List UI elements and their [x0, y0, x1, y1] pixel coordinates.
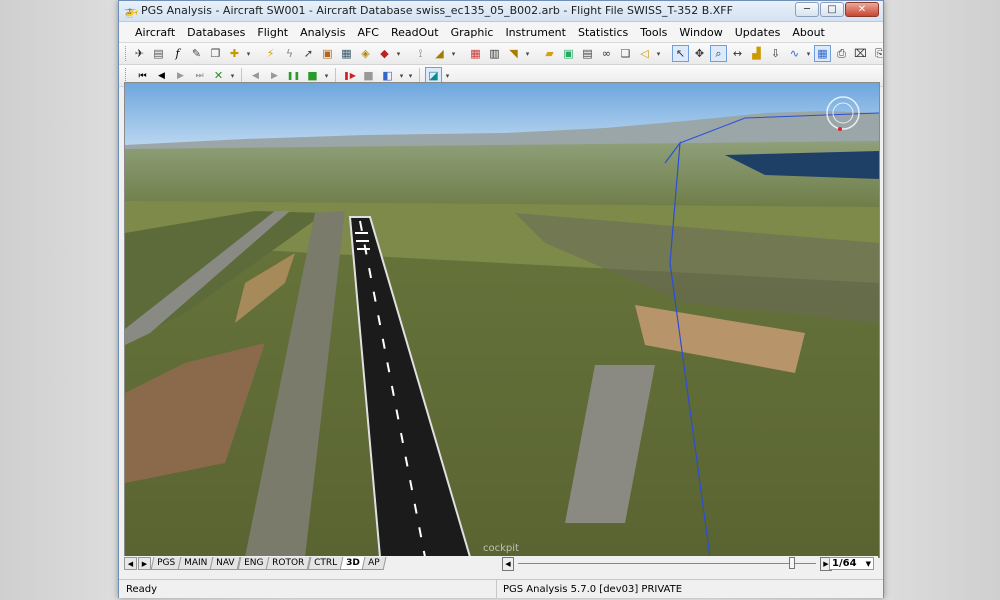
toolbar-separator [335, 68, 336, 83]
timeline-slider[interactable]: ◀ ▶ [502, 556, 832, 571]
version-text: PGS Analysis 5.7.0 [dev03] PRIVATE [496, 580, 682, 598]
cursor-icon[interactable]: ➚ [300, 45, 317, 62]
move-icon[interactable]: ✥ [691, 45, 708, 62]
menu-about[interactable]: About [786, 26, 831, 39]
down-arrow-icon[interactable]: ⇩ [767, 45, 784, 62]
timeline-track[interactable] [518, 557, 816, 569]
tag-alt-icon[interactable]: ◥ [505, 45, 522, 62]
chevron-down-icon[interactable]: ▾ [395, 45, 402, 62]
menu-updates[interactable]: Updates [729, 26, 787, 39]
zoom-dropdown[interactable]: 1/64 ▼ [829, 557, 874, 570]
line-chart-icon[interactable]: ∿ [786, 45, 803, 62]
main-toolbar: ✈ ▤ f ✎ ❐ ✚ ▾ ⚡ ϟ ➚ ▣ ▦ ◈ ◆ ▾ ⟟ ◢ ▾ ▦ ▥ … [119, 43, 883, 65]
menu-statistics[interactable]: Statistics [572, 26, 634, 39]
menu-readout[interactable]: ReadOut [385, 26, 445, 39]
3d-scene: cockpit [125, 83, 879, 557]
timeline-back-icon[interactable]: ◀ [502, 556, 514, 571]
menu-afc[interactable]: AFC [351, 26, 385, 39]
car-icon[interactable]: ◆ [376, 45, 393, 62]
grid-toggle-icon[interactable]: ▦ [814, 45, 831, 62]
menu-tools[interactable]: Tools [634, 26, 673, 39]
tab-ctrl[interactable]: CTRL [307, 557, 343, 570]
stamp-icon[interactable]: ▣ [319, 45, 336, 62]
window-title: PGS Analysis - Aircraft SW001 - Aircraft… [141, 4, 733, 17]
zoom-icon[interactable]: ⌕ [710, 45, 727, 62]
chevron-down-icon[interactable]: ▾ [524, 45, 531, 62]
lightning-alt-icon[interactable]: ϟ [281, 45, 298, 62]
edit-icon[interactable]: ✎ [188, 45, 205, 62]
chevron-down-icon: ▼ [865, 559, 871, 568]
bar-chart-icon[interactable]: ▟ [748, 45, 765, 62]
grid-icon[interactable]: ▦ [467, 45, 484, 62]
crosshair-icon[interactable]: ✚ [226, 45, 243, 62]
toolbar-separator [419, 68, 420, 83]
menu-instrument[interactable]: Instrument [499, 26, 572, 39]
readout-icon[interactable]: ⟟ [412, 45, 429, 62]
tab-ap[interactable]: AP [361, 557, 387, 570]
tag-icon[interactable]: ◢ [431, 45, 448, 62]
menu-analysis[interactable]: Analysis [294, 26, 351, 39]
copy-icon[interactable]: ❐ [207, 45, 224, 62]
title-bar: 🚁 PGS Analysis - Aircraft SW001 - Aircra… [119, 1, 883, 22]
print-icon[interactable]: ⎙ [833, 45, 850, 62]
chevron-down-icon[interactable]: ▾ [805, 45, 812, 62]
copy-window-icon[interactable]: ❏ [617, 45, 634, 62]
minimize-button[interactable]: ─ [795, 2, 819, 17]
function-icon[interactable]: f [169, 45, 186, 62]
tab-main[interactable]: MAIN [177, 557, 214, 570]
binoculars-icon[interactable]: ∞ [598, 45, 615, 62]
app-window: 🚁 PGS Analysis - Aircraft SW001 - Aircra… [118, 0, 884, 598]
toolbar-separator [241, 68, 242, 83]
chevron-down-icon[interactable]: ▾ [655, 45, 662, 62]
timeline-thumb[interactable] [789, 557, 796, 569]
menu-graphic[interactable]: Graphic [445, 26, 500, 39]
export-icon[interactable]: ⎘ [871, 45, 883, 62]
speaker-icon[interactable]: ◁ [636, 45, 653, 62]
tab-scroll-right-icon[interactable]: ▶ [138, 557, 151, 570]
fit-width-icon[interactable]: ↔ [729, 45, 746, 62]
menu-window[interactable]: Window [673, 26, 728, 39]
chevron-down-icon[interactable]: ▾ [245, 45, 252, 62]
maximize-button[interactable]: □ [820, 2, 844, 17]
tile-icon[interactable]: ▤ [579, 45, 596, 62]
zoom-value: 1/64 [832, 558, 857, 569]
status-bar: Ready PGS Analysis 5.7.0 [dev03] PRIVATE [119, 579, 883, 598]
tab-strip: ◀ ▶ PGS MAIN NAV ENG ROTOR CTRL 3D AP ◀ … [124, 556, 878, 571]
tab-rotor[interactable]: ROTOR [265, 557, 311, 570]
north-marker-icon [838, 127, 842, 131]
status-text: Ready [126, 583, 158, 595]
menu-flight[interactable]: Flight [251, 26, 294, 39]
3d-terrain-view[interactable]: cockpit [124, 82, 880, 558]
folder-open-icon[interactable]: ▰ [541, 45, 558, 62]
chevron-down-icon[interactable]: ▾ [450, 45, 457, 62]
grid-alt-icon[interactable]: ▥ [486, 45, 503, 62]
camera-mode-label: cockpit [483, 543, 519, 554]
report-icon[interactable]: ▦ [338, 45, 355, 62]
close-button[interactable]: ✕ [845, 2, 879, 17]
print-preview-icon[interactable]: ⌧ [852, 45, 869, 62]
tab-nav[interactable]: NAV [210, 557, 242, 570]
menu-databases[interactable]: Databases [181, 26, 251, 39]
database-icon[interactable]: ▤ [150, 45, 167, 62]
menu-aircraft[interactable]: Aircraft [129, 26, 181, 39]
aircraft-icon[interactable]: ✈ [131, 45, 148, 62]
lightning-icon[interactable]: ⚡ [262, 45, 279, 62]
toolbar-grip[interactable] [125, 46, 126, 61]
tab-scroll-left-icon[interactable]: ◀ [124, 557, 137, 570]
search-doc-icon[interactable]: ◈ [357, 45, 374, 62]
helicopter-icon: 🚁 [123, 4, 139, 18]
pointer-icon[interactable]: ↖ [672, 45, 689, 62]
toolbar-grip[interactable] [125, 68, 129, 83]
menu-bar: Aircraft Databases Flight Analysis AFC R… [119, 22, 883, 43]
window-icon[interactable]: ▣ [560, 45, 577, 62]
